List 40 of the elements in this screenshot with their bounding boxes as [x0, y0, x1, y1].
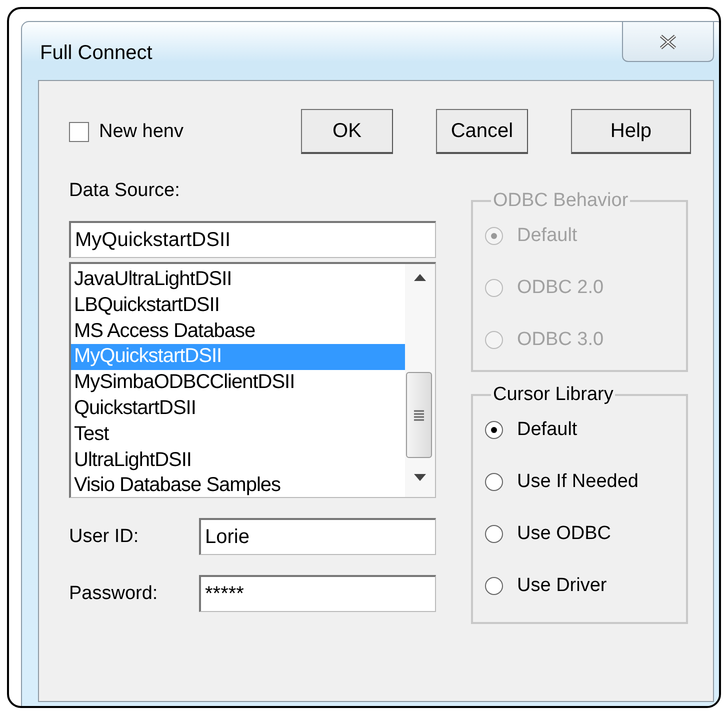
close-icon [659, 34, 677, 50]
list-item[interactable]: MS Access Database [71, 318, 405, 344]
radio-button[interactable] [485, 473, 503, 491]
dialog-button[interactable]: OK [301, 109, 393, 154]
password-field[interactable]: ***** [199, 575, 436, 612]
list-item[interactable]: LBQuickstartDSII [71, 292, 405, 319]
radio-button[interactable] [485, 421, 503, 439]
data-source-list[interactable]: JavaUltraLightDSII LBQuickstartDSII MS Access Database MyQuickstartDSII MySimbaODBCClientDSII QuickstartDSII Test UltraLightDSII Visio Database Samples [69, 262, 436, 498]
checkbox-label: New henv [99, 120, 184, 142]
radio-label: ODBC 3.0 [517, 329, 604, 351]
scroll-thumb[interactable] [406, 372, 432, 458]
dialog-button[interactable]: Help [571, 109, 691, 154]
radio-label: Use ODBC [517, 523, 611, 545]
group-title: Cursor Library [492, 384, 614, 406]
radio-button[interactable] [485, 577, 503, 595]
dialog-button[interactable]: Cancel [436, 109, 528, 154]
list-item[interactable]: UltraLightDSII [71, 448, 405, 474]
data-source-field[interactable]: MyQuickstartDSII [69, 221, 436, 258]
radio-button[interactable] [485, 525, 503, 543]
list-item[interactable]: Test [71, 422, 405, 448]
field-label: User ID: [69, 526, 140, 548]
list-item[interactable]: QuickstartDSII [71, 396, 405, 422]
field-label: Data Source: [69, 180, 181, 202]
list-item[interactable]: JavaUltraLightDSII [71, 267, 405, 293]
close-button[interactable] [622, 22, 714, 62]
user-id-field[interactable]: Lorie [199, 518, 436, 555]
radio-label: Use If Needed [517, 471, 638, 493]
scroll-up-icon[interactable] [414, 274, 426, 281]
list-item[interactable]: MySimbaODBCClientDSII [71, 370, 405, 396]
list-item[interactable]: Visio Database Samples [71, 473, 405, 500]
group-title: ODBC Behavior [492, 190, 630, 212]
radio-label: Default [517, 419, 578, 441]
field-label: Password: [69, 582, 159, 604]
radio-label: ODBC 2.0 [517, 277, 604, 299]
scroll-down-icon[interactable] [414, 474, 426, 481]
checkbox[interactable] [69, 122, 89, 142]
radio-label: Use Driver [517, 575, 607, 597]
window-title: Full Connect [39, 42, 152, 64]
scrollbar[interactable] [405, 264, 435, 497]
radio-label: Default [517, 225, 578, 247]
